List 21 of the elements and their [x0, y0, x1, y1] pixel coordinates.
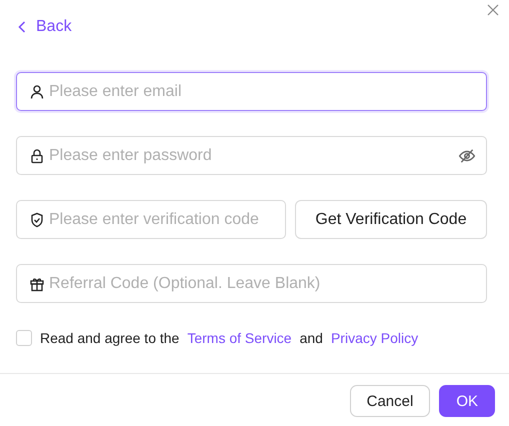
text-input[interactable]: Referral Code (Optional. Leave Blank): [49, 274, 476, 292]
eye-off-icon[interactable]: [458, 146, 476, 164]
text-input[interactable]: Please enter password: [49, 146, 454, 164]
shield-icon: [29, 212, 45, 228]
user-icon: [29, 84, 45, 100]
agreement-text: and: [300, 330, 323, 346]
policy-link[interactable]: Terms of Service: [187, 330, 292, 346]
agreement-text: Read and agree to the: [40, 330, 180, 346]
chevron-left-icon: [18, 21, 26, 33]
text-input[interactable]: Please enter email: [49, 82, 476, 100]
gift-icon: [29, 276, 45, 292]
lock-icon: [29, 148, 45, 164]
text-input[interactable]: Please enter verification code: [49, 210, 275, 228]
input-field[interactable]: Please enter email: [16, 72, 487, 111]
get-code-button[interactable]: Get Verification Code: [295, 200, 487, 239]
ok-button[interactable]: OK: [439, 385, 495, 417]
close-icon[interactable]: [487, 4, 499, 16]
cancel-button[interactable]: Cancel: [350, 385, 430, 417]
checkbox[interactable]: [16, 330, 32, 346]
back-link[interactable]: Back: [16, 16, 72, 36]
policy-link[interactable]: Privacy Policy: [330, 330, 418, 346]
